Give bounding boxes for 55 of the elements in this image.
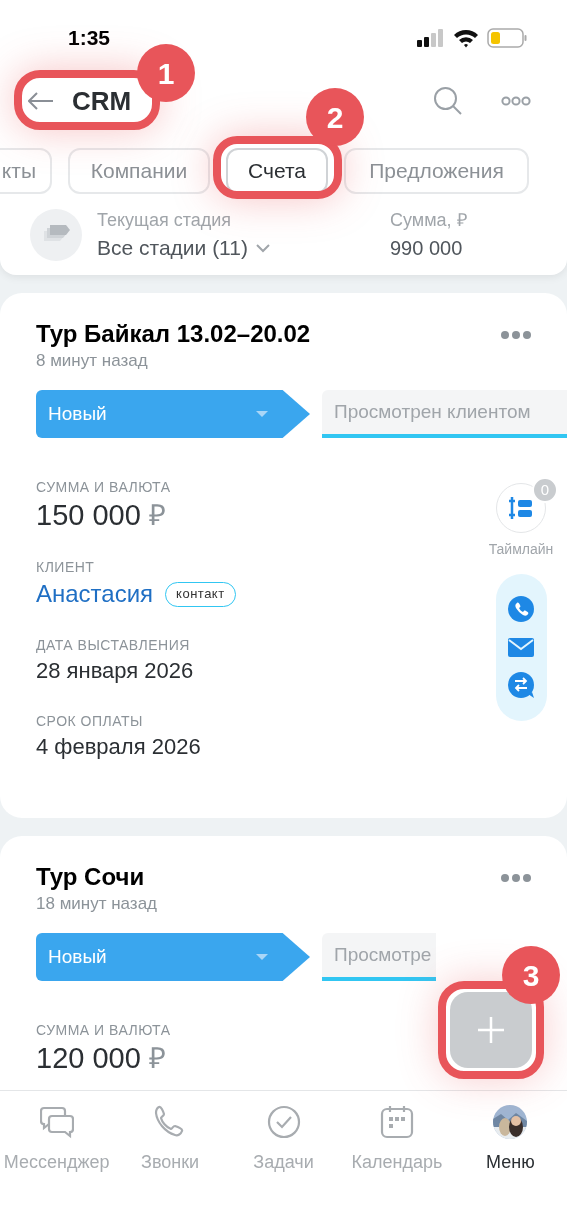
stages-icon [30,209,82,261]
stage-filter-dropdown[interactable]: Все стадии (11) [97,233,270,263]
stage-button[interactable]: Просмотре [322,933,436,981]
stage-button[interactable]: Просмотрен клиентом [322,390,567,438]
stage-label: Текущая стадия [97,209,232,232]
field-value: 4 февраля 2026 [36,733,201,761]
mail-icon[interactable] [508,637,534,657]
field-label: КЛИЕНТ [36,558,95,577]
client-link[interactable]: Анастасия [36,577,154,611]
tab[interactable]: Компании [68,148,210,194]
chat-bubbles-icon [39,1105,74,1139]
dropdown-caret-icon [256,954,268,960]
more-icon[interactable] [501,874,531,882]
field-label: СУММА И ВАЛЮТА [36,1021,171,1040]
chat-icon[interactable] [507,672,535,700]
add-button[interactable] [450,992,532,1068]
chevron-down-icon [255,243,270,253]
timeline-icon [509,497,533,519]
amount-value: 150 000 ₽ [36,498,166,533]
plus-icon [477,1016,505,1044]
stage-button[interactable]: Новый [36,933,310,981]
nav-item[interactable]: Мессенджер [0,1105,114,1176]
page-title: CRM [72,84,132,118]
sum-value: 990 000 [390,236,464,261]
stage-button[interactable]: Новый [36,390,310,438]
nav-item[interactable]: Календарь [340,1105,454,1176]
tab[interactable]: кты [0,148,52,194]
field-value: 28 января 2026 [36,657,194,685]
field-label: СРОК ОПЛАТЫ [36,712,143,731]
card-title: Тур Сочи [36,862,146,892]
nav-item[interactable]: Задачи [226,1105,341,1176]
battery-icon [487,28,527,48]
more-icon[interactable] [501,331,531,339]
card-time: 18 минут назад [36,893,158,915]
nav-item[interactable]: Меню [453,1105,567,1176]
card-time: 8 минут назад [36,350,149,372]
back-arrow-icon[interactable] [28,92,54,110]
field-label: ДАТА ВЫСТАВЛЕНИЯ [36,636,190,655]
amount-value: 120 000 ₽ [36,1041,166,1076]
timeline-label: Таймлайн [488,540,554,559]
dropdown-caret-icon [256,411,268,417]
more-icon[interactable] [501,96,531,106]
calendar-icon [379,1105,414,1139]
card-title: Тур Байкал 13.02–20.02 [36,319,311,349]
phone-icon[interactable] [508,595,534,622]
field-label: СУММА И ВАЛЮТА [36,478,171,497]
check-circle-icon [266,1105,301,1139]
wifi-icon [453,28,479,48]
nav-item[interactable]: Звонки [113,1105,227,1176]
tab[interactable]: Предложения [344,148,529,194]
tab[interactable]: Счета [226,148,328,194]
search-icon[interactable] [433,86,463,116]
sum-label: Сумма, ₽ [390,209,468,232]
status-time: 1:35 [68,25,111,52]
signal-icon [417,29,445,47]
